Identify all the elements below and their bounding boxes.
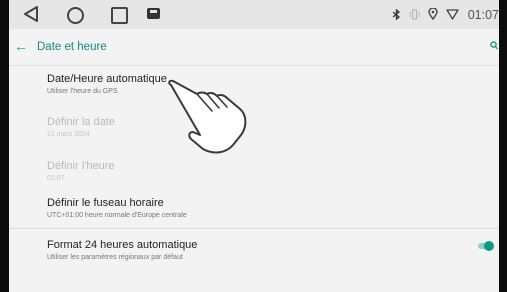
bluetooth-icon (392, 8, 401, 20)
page-title: Date et heure (37, 41, 107, 53)
setting-set-date[interactable]: Définir la date 21 mars 2024 (9, 114, 499, 148)
setting-title: Date/Heure automatique (47, 73, 167, 85)
screenshot-icon[interactable] (147, 8, 160, 19)
location-icon (428, 8, 438, 20)
setting-title: Définir l'heure (47, 160, 115, 172)
bezel-right (499, 0, 507, 292)
screen: 01:07 ← Date et heure Date/Heure automat… (9, 0, 499, 292)
setting-subtitle: Utiliser les paramètres régionaux par dé… (47, 254, 183, 261)
status-icons (392, 8, 459, 20)
nav-recents-icon[interactable] (111, 7, 128, 24)
vibrate-icon (409, 8, 420, 20)
wifi-icon (446, 8, 459, 20)
setting-subtitle: Utiliser l'heure du GPS (47, 88, 118, 95)
bezel-left (0, 0, 9, 292)
search-icon[interactable] (490, 41, 498, 50)
app-toolbar: ← Date et heure (9, 29, 499, 66)
status-clock: 01:07 (467, 8, 499, 22)
nav-home-icon[interactable] (67, 7, 84, 24)
setting-title: Définir la date (47, 116, 115, 128)
setting-subtitle: UTC+01:00 heure normale d'Europe central… (47, 212, 187, 219)
status-bar: 01:07 (9, 0, 499, 29)
setting-set-time[interactable]: Définir l'heure 01:07 (9, 148, 499, 186)
setting-24h-format[interactable]: Format 24 heures automatique Utiliser le… (9, 229, 499, 273)
setting-timezone[interactable]: Définir le fuseau horaire UTC+01:00 heur… (9, 186, 499, 228)
format-24h-toggle[interactable] (478, 241, 494, 251)
setting-title: Format 24 heures automatique (47, 239, 198, 251)
pointing-hand-icon (168, 79, 247, 154)
setting-subtitle: 01:07 (47, 175, 65, 182)
setting-auto-datetime[interactable]: Date/Heure automatique Utiliser l'heure … (9, 66, 499, 114)
settings-list: Date/Heure automatique Utiliser l'heure … (9, 66, 499, 273)
nav-back-icon[interactable] (23, 6, 39, 22)
setting-subtitle: 21 mars 2024 (47, 131, 90, 138)
setting-title: Définir le fuseau horaire (47, 197, 164, 209)
back-arrow-icon[interactable]: ← (14, 39, 28, 53)
device-frame: 01:07 ← Date et heure Date/Heure automat… (0, 0, 507, 292)
